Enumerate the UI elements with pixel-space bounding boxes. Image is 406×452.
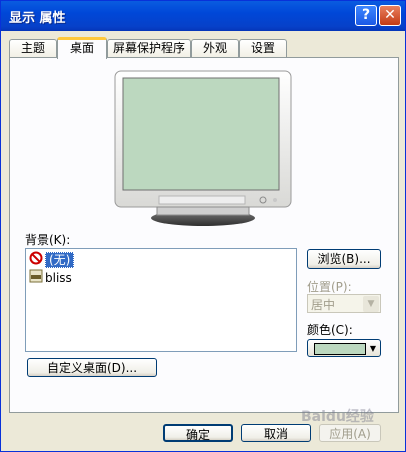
background-label: 背景(K): — [25, 233, 71, 247]
window-title: 显示 属性 — [9, 11, 66, 26]
color-swatch — [314, 343, 366, 355]
tab-appearance[interactable]: 外观 — [191, 39, 239, 58]
close-button[interactable]: ✕ — [379, 5, 401, 26]
ok-button[interactable]: 确定 — [163, 424, 233, 442]
list-item-label: (无) — [45, 252, 75, 268]
cancel-button[interactable]: 取消 — [241, 424, 311, 442]
browse-button[interactable]: 浏览(B)... — [307, 249, 381, 269]
help-button[interactable]: ? — [355, 5, 377, 26]
watermark: Baidu经验 — [301, 409, 374, 425]
tab-strip: 主题 桌面 屏幕保护程序 外观 设置 — [1, 37, 406, 59]
color-label: 颜色(C): — [307, 323, 353, 337]
apply-button[interactable]: 应用(A) — [319, 424, 381, 442]
title-bar[interactable]: 显示 属性 ? ✕ — [1, 1, 405, 31]
tab-desktop[interactable]: 桌面 — [57, 37, 107, 59]
background-listbox[interactable]: (无) bliss — [25, 248, 297, 352]
tab-settings[interactable]: 设置 — [239, 39, 287, 58]
chevron-down-icon: ▼ — [369, 344, 376, 353]
list-item[interactable]: bliss — [29, 269, 72, 287]
chevron-down-icon: ▼ — [363, 296, 379, 312]
monitor-preview — [114, 70, 292, 226]
list-item[interactable]: (无) — [29, 251, 75, 270]
position-value: 居中 — [311, 298, 336, 312]
tab-screensaver[interactable]: 屏幕保护程序 — [107, 39, 191, 58]
tab-themes[interactable]: 主题 — [9, 39, 57, 58]
customize-desktop-button[interactable]: 自定义桌面(D)... — [27, 358, 157, 377]
none-icon — [29, 251, 43, 270]
list-item-label: bliss — [45, 271, 72, 285]
position-select[interactable]: 居中 ▼ — [307, 294, 381, 313]
display-properties-window: 显示 属性 ? ✕ 主题 桌面 屏幕保护程序 外观 设置 背景(K): (无) … — [0, 0, 406, 452]
position-label: 位置(P): — [307, 280, 352, 294]
color-picker-button[interactable]: ▼ — [307, 339, 381, 357]
jpeg-file-icon — [29, 269, 43, 288]
